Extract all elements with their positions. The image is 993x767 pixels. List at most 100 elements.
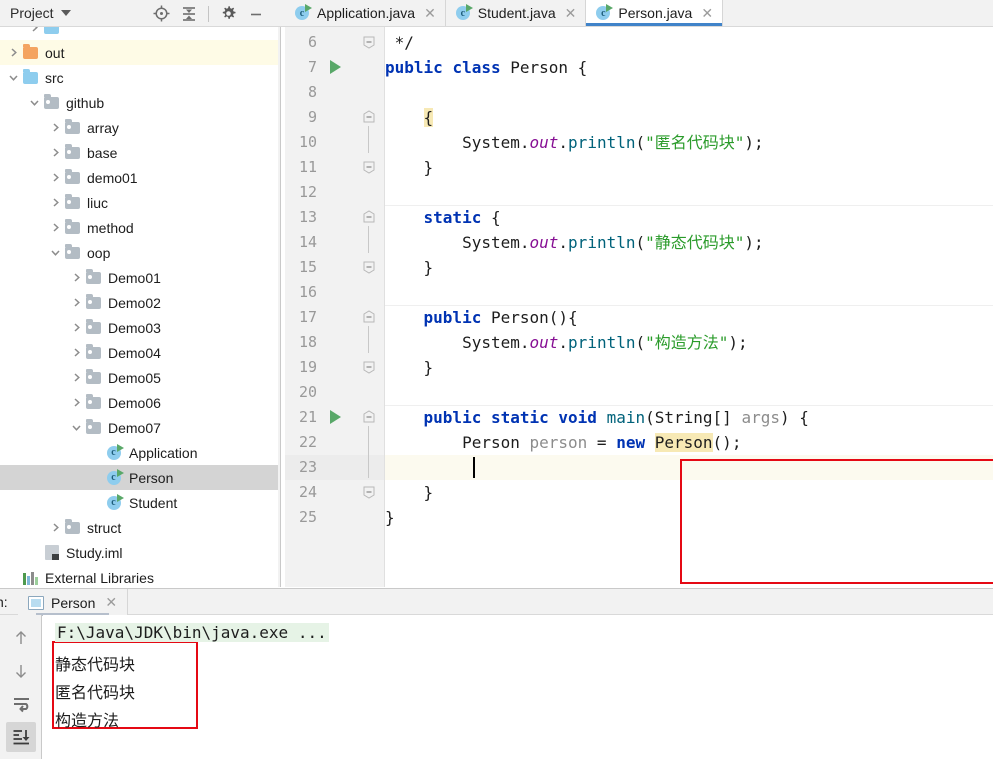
tree-item-src[interactable]: src [0,65,278,90]
tree-item-struct[interactable]: struct [0,515,278,540]
chevron-right-icon[interactable] [69,396,83,410]
tree-item-oop[interactable]: oop [0,240,278,265]
run-tab-person[interactable]: Person ✕ [18,589,128,616]
code-fold-toggle[interactable] [362,35,376,49]
tree-item-demo01[interactable]: demo01 [0,165,278,190]
chevron-down-icon[interactable] [69,421,83,435]
chevron-right-icon[interactable] [69,271,83,285]
run-gutter-icon[interactable] [330,410,341,424]
bottom-strip [0,759,993,767]
tree-splitter[interactable] [278,27,281,587]
tree-item-base[interactable]: base [0,140,278,165]
chevron-right-icon[interactable] [48,171,62,185]
line-number: 9 [287,105,317,130]
tree-item-label: Student [129,496,177,510]
tree-spacer [6,571,20,585]
chevron-right-icon[interactable] [48,221,62,235]
chevron-down-icon[interactable] [27,96,41,110]
rerun-up-icon[interactable] [6,623,36,653]
tab-label: Person.java [618,5,692,21]
console-toolbar [0,615,42,767]
line-number: 6 [287,30,317,55]
code-fold-toggle[interactable] [362,110,376,124]
tree-item-external-libraries[interactable]: External Libraries [0,565,278,587]
chevron-right-icon[interactable] [27,27,41,35]
tree-spacer [90,471,104,485]
tree-item-student[interactable]: cStudent [0,490,278,515]
close-icon[interactable]: ✕ [701,6,713,20]
tree-item-out[interactable]: out [0,40,278,65]
line-number: 21 [287,405,317,430]
code-fold-toggle[interactable] [362,410,376,424]
code-line: public static void main(String[] args) { [385,405,809,430]
folder-icon [43,27,60,35]
chevron-right-icon[interactable] [69,296,83,310]
code-fold-toggle[interactable] [362,210,376,224]
scroll-to-end-icon[interactable] [6,722,36,752]
chevron-down-icon[interactable] [6,71,20,85]
console-text: F:\Java\JDK\bin\java.exe ... [55,623,329,642]
console-output-line: 匿名代码块 [55,679,135,703]
chevron-down-icon[interactable] [48,246,62,260]
code-fold-toggle[interactable] [362,485,376,499]
tree-item-demo04[interactable]: Demo04 [0,340,278,365]
code-line: } [385,355,433,380]
chevron-right-icon[interactable] [48,121,62,135]
tree-item-method[interactable]: method [0,215,278,240]
chevron-down-icon[interactable] [61,10,71,16]
code-fold-toggle[interactable] [362,260,376,274]
code-editor[interactable]: 678910111213141516171819202122232425 */p… [285,27,993,587]
package-folder-icon [85,395,102,410]
java-class-icon: c [295,5,311,21]
run-gutter-icon[interactable] [330,60,341,74]
tree-item-label: Study.iml [66,546,123,560]
tab-student-java[interactable]: cStudent.java✕ [446,0,587,26]
chevron-right-icon[interactable] [48,521,62,535]
project-panel-title: Project [10,5,54,21]
tree-item-liuc[interactable]: liuc [0,190,278,215]
code-fold-toggle[interactable] [362,310,376,324]
minimize-icon[interactable] [243,1,269,27]
close-icon[interactable]: ✕ [565,6,577,20]
tree-item-demo01[interactable]: Demo01 [0,265,278,290]
package-folder-icon [85,420,102,435]
package-folder-icon [64,220,81,235]
chevron-right-icon[interactable] [6,46,20,60]
code-line: System.out.println("匿名代码块"); [385,130,764,155]
code-fold-toggle[interactable] [362,160,376,174]
tree-item-person[interactable]: cPerson [0,465,278,490]
collapse-all-icon[interactable] [176,1,202,27]
tab-label: Application.java [317,5,415,21]
tree-item-demo03[interactable]: Demo03 [0,315,278,340]
console-output[interactable]: F:\Java\JDK\bin\java.exe ...静态代码块匿名代码块构造… [43,615,993,767]
tab-application-java[interactable]: c Application.java ✕ [285,0,446,26]
tree-item-array[interactable]: array [0,115,278,140]
chevron-right-icon[interactable] [69,321,83,335]
chevron-right-icon[interactable] [69,346,83,360]
tree-item-demo07[interactable]: Demo07 [0,415,278,440]
rerun-down-icon[interactable] [6,656,36,686]
tree-item-study-iml[interactable]: Study.iml [0,540,278,565]
project-tree[interactable]: outsrcgithubarraybasedemo01liucmethodoop… [0,27,278,587]
line-number: 16 [287,280,317,305]
chevron-right-icon[interactable] [48,196,62,210]
editor-gutter[interactable]: 678910111213141516171819202122232425 [285,27,385,587]
close-icon[interactable]: ✕ [424,6,436,20]
code-fold-toggle[interactable] [362,360,376,374]
tree-item-demo02[interactable]: Demo02 [0,290,278,315]
tree-item-demo06[interactable]: Demo06 [0,390,278,415]
chevron-right-icon[interactable] [48,146,62,160]
fold-guide [368,126,369,153]
soft-wrap-icon[interactable] [6,689,36,719]
gear-icon[interactable] [215,1,241,27]
tree-item-github[interactable]: github [0,90,278,115]
tree-item-demo05[interactable]: Demo05 [0,365,278,390]
code-area[interactable]: */public class Person { { System.out.pri… [385,27,993,587]
tab-person-java[interactable]: cPerson.java✕ [586,0,723,26]
tree-item-clipped[interactable] [0,27,278,40]
tree-item-application[interactable]: cApplication [0,440,278,465]
ide-window: Project [0,0,993,767]
chevron-right-icon[interactable] [69,371,83,385]
close-icon[interactable]: ✕ [105,594,117,611]
locate-target-icon[interactable] [148,1,174,27]
